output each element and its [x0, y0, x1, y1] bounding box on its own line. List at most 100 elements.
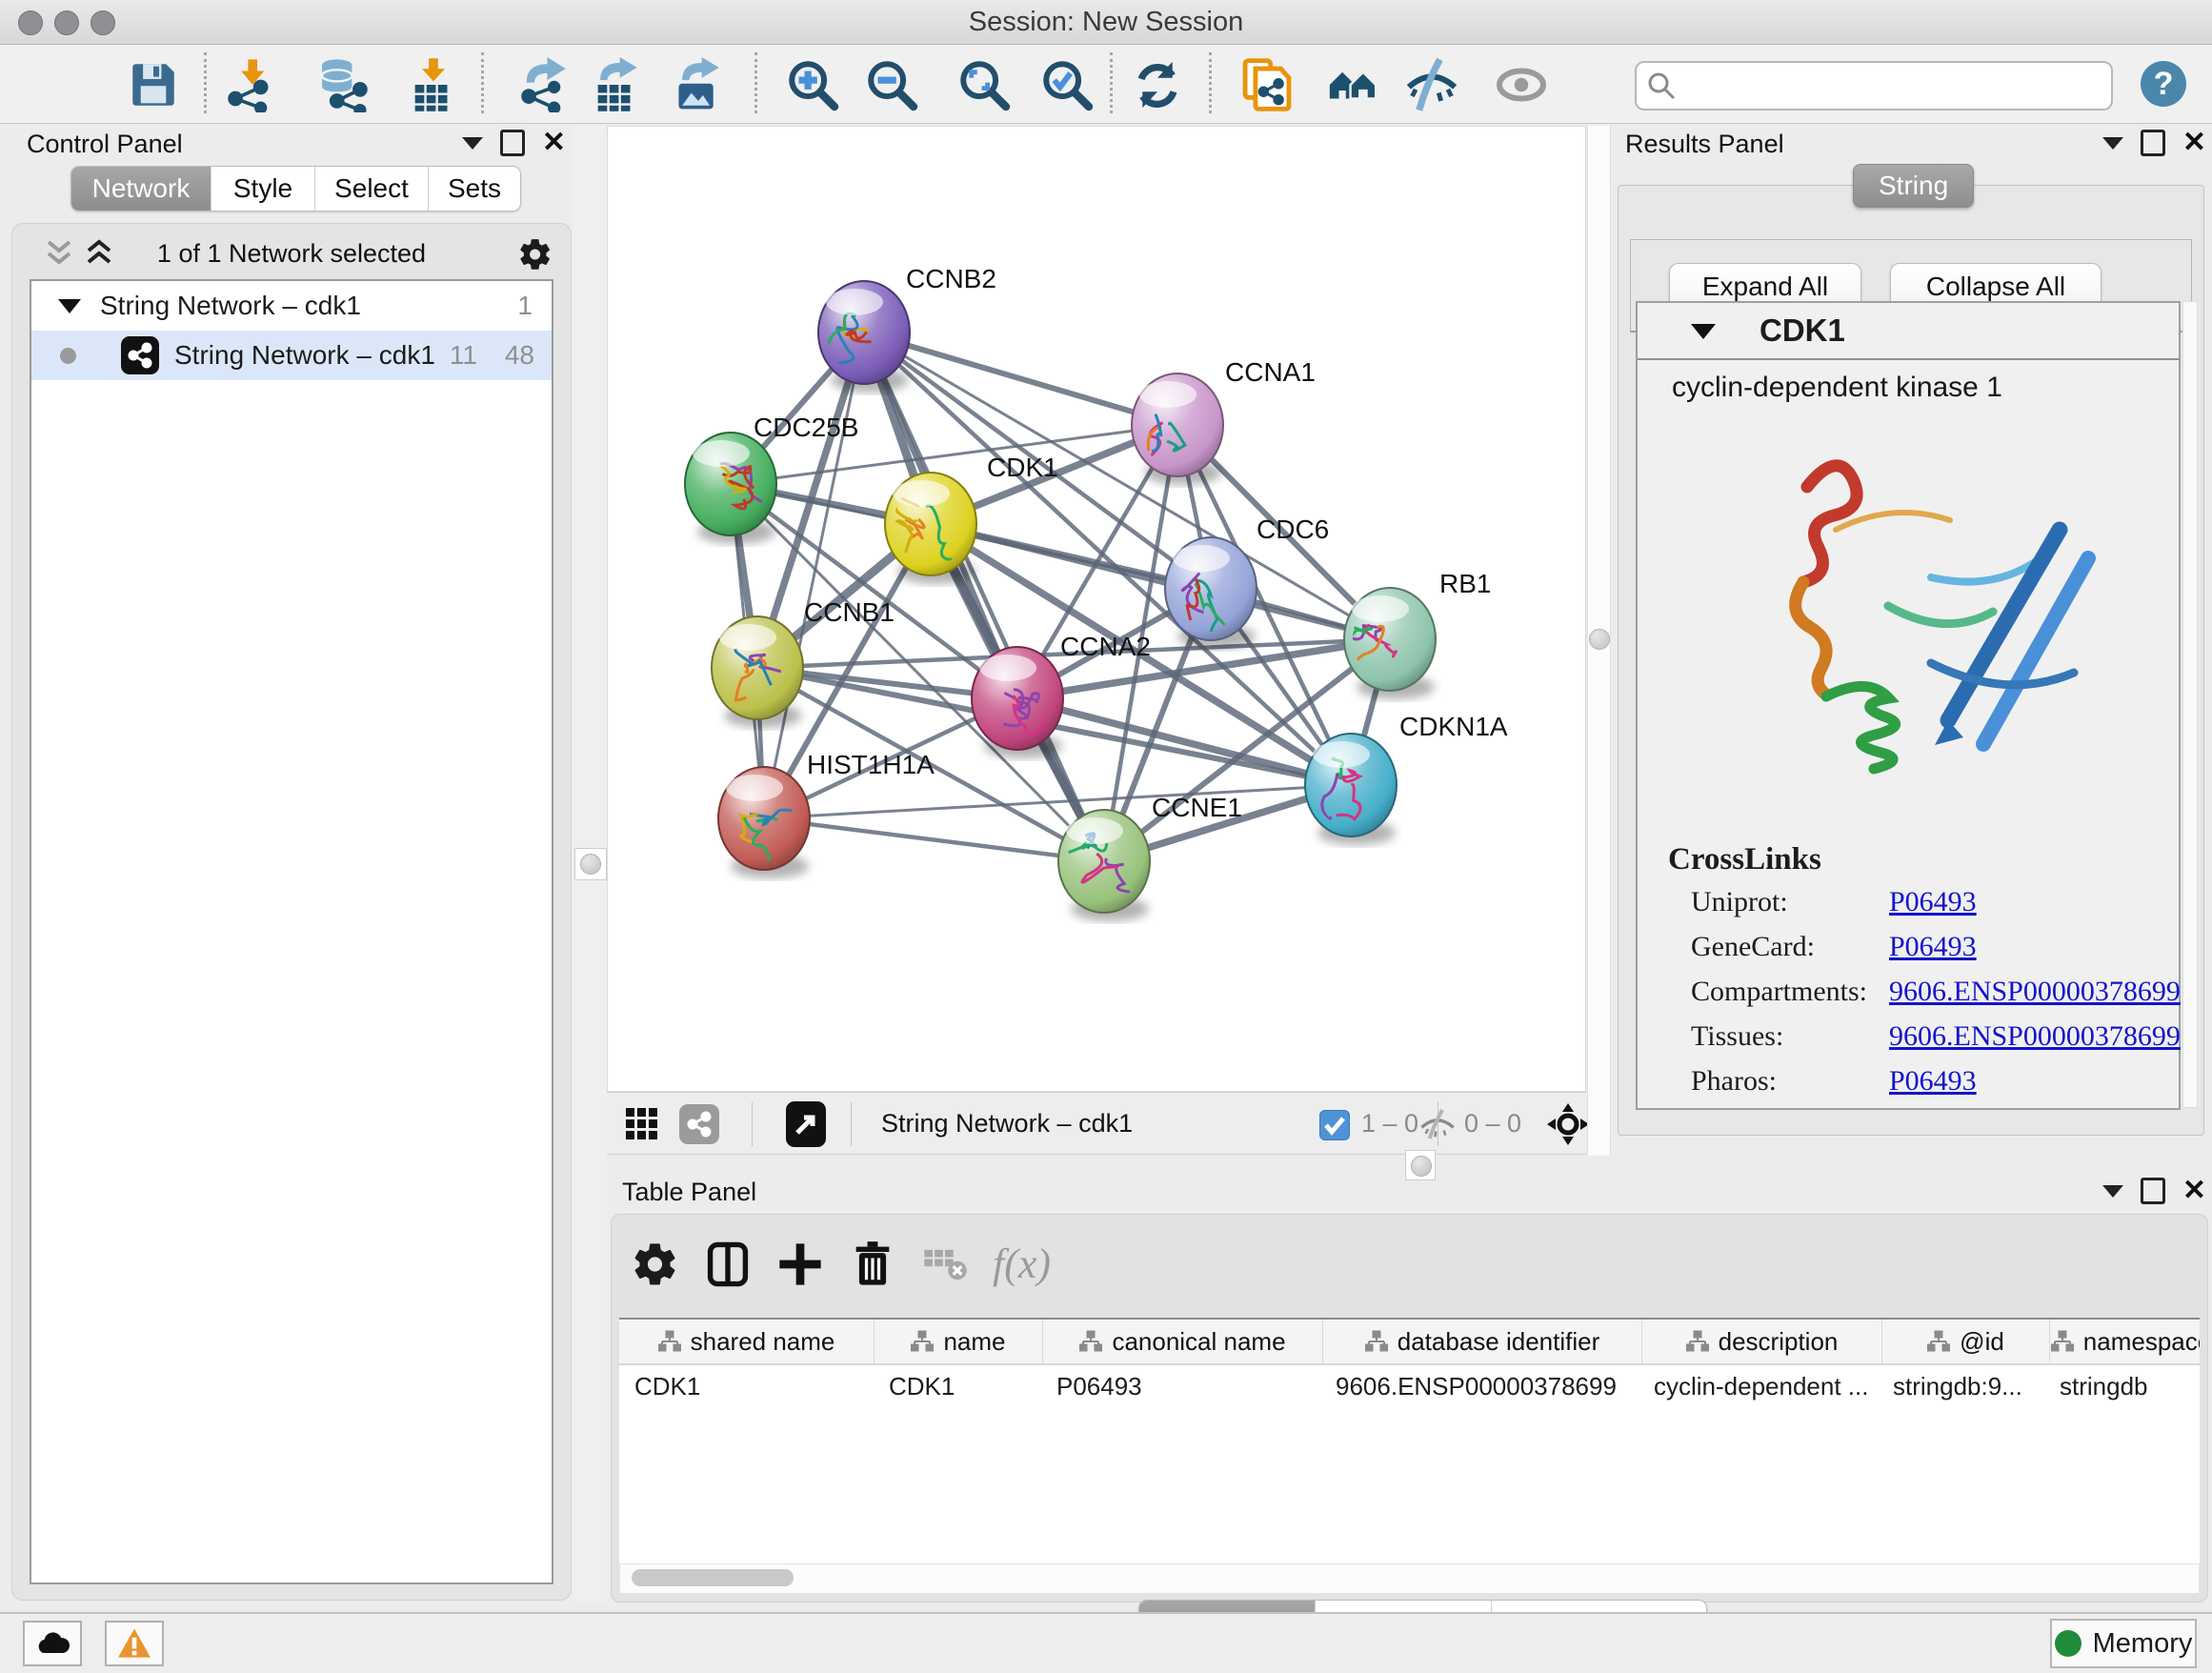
- close-panel-icon[interactable]: ✕: [2182, 131, 2206, 155]
- export-image-button[interactable]: [671, 57, 726, 112]
- network-node-CDC6[interactable]: CDC6: [1165, 514, 1329, 649]
- birds-eye-view-icon[interactable]: [1546, 1102, 1590, 1146]
- column-header-namespace[interactable]: namespace: [2050, 1320, 2200, 1363]
- float-panel-icon[interactable]: [500, 130, 525, 156]
- column-header-database-identifier[interactable]: database identifier: [1323, 1320, 1642, 1363]
- table-cell[interactable]: stringdb:9...: [1878, 1365, 2044, 1407]
- table-options-gear-icon[interactable]: [631, 1240, 680, 1289]
- import-network-icon: [224, 57, 279, 112]
- refresh-button[interactable]: [1130, 57, 1185, 112]
- crosslink-link[interactable]: 9606.ENSP00000378699: [1889, 1020, 2181, 1053]
- tab-sets[interactable]: Sets: [429, 167, 520, 211]
- left-panel-splitter[interactable]: [572, 126, 607, 1602]
- network-current-dot: [60, 348, 76, 364]
- delete-table-icon-disabled[interactable]: [920, 1240, 970, 1289]
- collapse-all-icon[interactable]: [43, 238, 75, 269]
- tree-expand-icon[interactable]: [58, 299, 81, 313]
- collapse-panel-icon[interactable]: [2102, 1185, 2123, 1198]
- section-expand-icon[interactable]: [1691, 324, 1716, 339]
- column-header-name[interactable]: name: [875, 1320, 1043, 1363]
- crosslink-row: Uniprot: P06493: [1691, 886, 2186, 930]
- zoom-out-button[interactable]: [864, 57, 919, 112]
- zoom-in-button[interactable]: [785, 57, 840, 112]
- save-session-button[interactable]: [126, 57, 181, 112]
- splitter-grip[interactable]: [580, 854, 601, 875]
- column-header-canonical-name[interactable]: canonical name: [1043, 1320, 1323, 1363]
- selected-checkbox[interactable]: [1319, 1110, 1350, 1140]
- table-row[interactable]: CDK1CDK1P064939606.ENSP00000378699cyclin…: [619, 1365, 2200, 1407]
- show-columns-icon[interactable]: [703, 1240, 753, 1289]
- cloud-status-button[interactable]: [23, 1621, 82, 1666]
- results-tab-string[interactable]: String: [1853, 164, 1974, 208]
- collapse-panel-icon[interactable]: [2102, 137, 2123, 150]
- network-options-gear-icon[interactable]: [517, 236, 553, 272]
- table-horizontal-scrollbar[interactable]: [619, 1563, 2200, 1594]
- import-network-database-button[interactable]: [316, 57, 372, 112]
- table-cell[interactable]: CDK1: [619, 1365, 874, 1407]
- table-cell[interactable]: stringdb: [2044, 1365, 2200, 1407]
- splitter-grip[interactable]: [1589, 629, 1610, 650]
- gene-section-header[interactable]: CDK1: [1638, 303, 2179, 360]
- collection-label: String Network – cdk1: [100, 281, 361, 331]
- float-panel-icon[interactable]: [2141, 130, 2165, 156]
- help-button[interactable]: ?: [2141, 61, 2186, 107]
- close-panel-icon[interactable]: ✕: [2182, 1179, 2206, 1203]
- zoom-fit-button[interactable]: [956, 57, 1012, 112]
- export-table-button[interactable]: [589, 57, 644, 112]
- function-builder-icon[interactable]: f(x): [993, 1240, 1051, 1289]
- search-input[interactable]: [1686, 65, 2100, 105]
- collapse-panel-icon[interactable]: [462, 137, 483, 150]
- crosslinks-heading: CrossLinks: [1668, 842, 1821, 877]
- network-thumbnail-icon[interactable]: [679, 1104, 719, 1144]
- memory-button[interactable]: Memory: [2050, 1619, 2197, 1668]
- network-edge: [864, 333, 1104, 861]
- delete-column-icon[interactable]: [848, 1240, 897, 1289]
- crosslink-link[interactable]: 9606.ENSP00000378699: [1889, 976, 2181, 1008]
- crosslink-row: GeneCard: P06493: [1691, 931, 2186, 975]
- tab-network[interactable]: Network: [71, 167, 211, 211]
- close-panel-icon[interactable]: ✕: [542, 131, 566, 155]
- clone-network-button[interactable]: [1239, 57, 1295, 112]
- selected-node-edge-counts: 1 – 0: [1361, 1093, 1418, 1154]
- zoom-selected-button[interactable]: [1039, 57, 1095, 112]
- show-all-button[interactable]: [1494, 57, 1549, 112]
- toolbar-separator: [851, 1102, 852, 1146]
- network-collection-row[interactable]: String Network – cdk1 1: [31, 281, 552, 331]
- network-node-CDKN1A[interactable]: CDKN1A: [1305, 712, 1508, 845]
- tab-select[interactable]: Select: [315, 167, 429, 211]
- open-session-button[interactable]: [38, 57, 93, 112]
- results-panel-titlebar: Results Panel ✕: [1610, 126, 2212, 162]
- table-panel-splitter[interactable]: [607, 1156, 2212, 1174]
- results-scrollbar[interactable]: [2182, 301, 2198, 1108]
- crosslink-row: Tissues: 9606.ENSP00000378699: [1691, 1020, 2186, 1064]
- column-header-description[interactable]: description: [1642, 1320, 1882, 1363]
- network-row-selected[interactable]: String Network – cdk1 11 48: [31, 331, 552, 380]
- crosslink-link[interactable]: P06493: [1889, 886, 1977, 918]
- column-header-shared-name[interactable]: shared name: [619, 1320, 875, 1363]
- detach-view-icon[interactable]: [786, 1101, 826, 1147]
- float-panel-icon[interactable]: [2141, 1178, 2165, 1204]
- tab-style[interactable]: Style: [211, 167, 315, 211]
- crosslink-link[interactable]: P06493: [1889, 1065, 1977, 1098]
- network-canvas[interactable]: CCNB2CCNA1CDC25BCDK1CDC6RB1CCNB1CCNA2CDK…: [607, 126, 1586, 1092]
- warnings-button[interactable]: [105, 1621, 164, 1666]
- column-header--id[interactable]: @id: [1882, 1320, 2050, 1363]
- import-table-file-button[interactable]: [406, 57, 461, 112]
- export-network-button[interactable]: [517, 57, 573, 112]
- table-cell[interactable]: P06493: [1041, 1365, 1320, 1407]
- import-network-file-button[interactable]: [224, 57, 279, 112]
- create-column-icon[interactable]: [775, 1240, 825, 1289]
- first-neighbors-button[interactable]: [1325, 57, 1380, 112]
- scrollbar-thumb[interactable]: [632, 1569, 794, 1586]
- table-cell[interactable]: CDK1: [874, 1365, 1041, 1407]
- cytoscape-window: { "window": { "title": "Session: New Ses…: [0, 0, 2212, 1671]
- network-node-CCNE1[interactable]: CCNE1: [1058, 793, 1242, 921]
- table-cell[interactable]: cyclin-dependent ...: [1639, 1365, 1878, 1407]
- network-node-RB1[interactable]: RB1: [1344, 569, 1491, 699]
- collection-count: 1: [517, 281, 533, 331]
- table-cell[interactable]: 9606.ENSP00000378699: [1320, 1365, 1639, 1407]
- grid-view-icon[interactable]: [626, 1108, 658, 1140]
- hide-selected-button[interactable]: [1404, 57, 1459, 112]
- crosslink-link[interactable]: P06493: [1889, 931, 1977, 963]
- results-panel-splitter[interactable]: [1587, 126, 1611, 1156]
